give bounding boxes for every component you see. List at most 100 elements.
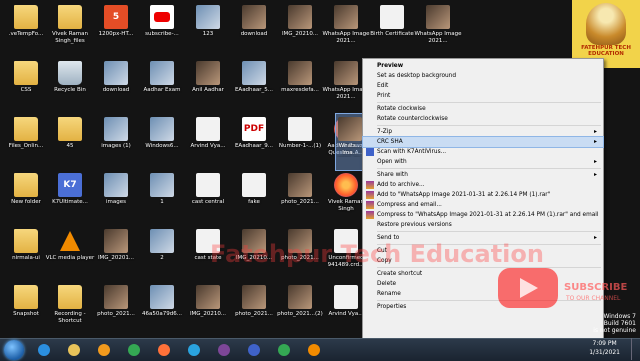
submenu-arrow-icon: ▸	[593, 158, 597, 165]
context-menu-item[interactable]: Rotate clockwise	[363, 104, 603, 114]
desktop-icon[interactable]: Birth Certificate	[366, 2, 418, 58]
taskbar-button[interactable]	[124, 341, 144, 359]
desktop-icon[interactable]: fake	[228, 170, 280, 226]
context-menu-item-label: Preview	[377, 63, 404, 69]
k7-icon	[366, 148, 374, 156]
desktop-icon[interactable]: 46a50a79d6...	[136, 282, 188, 338]
desktop-icon[interactable]: PDF EAadhaar_9...	[228, 114, 280, 170]
context-menu-item[interactable]: Add to archive...	[363, 180, 603, 190]
desktop-icon[interactable]: photo_2021...(2)	[274, 282, 326, 338]
taskbar-button[interactable]	[274, 341, 294, 359]
desktop-icon[interactable]: Arvind Vya...	[182, 114, 234, 170]
chrome-icon	[278, 344, 290, 356]
winrar-icon	[366, 211, 374, 219]
taskbar-clock[interactable]: 7:09 PM 1/31/2021	[589, 339, 620, 357]
context-menu-item[interactable]: Scan with K7AntiVirus...	[363, 147, 603, 157]
context-menu-item[interactable]: Print	[363, 91, 603, 101]
taskbar-button[interactable]	[244, 341, 264, 359]
context-menu-item[interactable]: Restore previous versions	[363, 220, 603, 230]
context-menu-item-label: Restore previous versions	[377, 222, 452, 228]
taskbar-button[interactable]	[184, 341, 204, 359]
desktop-icon[interactable]: cast central	[182, 170, 234, 226]
desktop-icon[interactable]: 45	[44, 114, 96, 170]
selected-file-icon[interactable]: Whats... Ima... 2021-01-3...	[335, 113, 365, 171]
desktop-icon[interactable]: Number-1-...(1)	[274, 114, 326, 170]
taskbar-button[interactable]	[154, 341, 174, 359]
taskbar-button[interactable]	[214, 341, 234, 359]
desktop-icon[interactable]: Windows6...	[136, 114, 188, 170]
desktop-icon[interactable]: photo_2021...	[228, 282, 280, 338]
desktop-icon[interactable]: download	[90, 58, 142, 114]
submenu-arrow-icon: ▸	[593, 171, 597, 178]
photo-icon	[426, 5, 450, 29]
photo-icon	[242, 285, 266, 309]
desktop-icon-label: IMG_20210...	[281, 31, 319, 37]
taskbar	[0, 338, 640, 361]
context-menu-item-label: CRC SHA	[377, 139, 403, 145]
desktop-icon[interactable]: 1	[136, 170, 188, 226]
context-menu-item[interactable]: Open with ▸	[363, 157, 603, 167]
context-menu-item[interactable]: Rotate counterclockwise	[363, 114, 603, 124]
desktop-icon-label: EAadhaar_9...	[234, 143, 274, 149]
taskbar-button[interactable]	[94, 341, 114, 359]
context-menu-item-label: Properties	[377, 304, 407, 310]
context-menu-item-label: Compress and email...	[377, 202, 442, 208]
desktop-icon[interactable]: Recycle Bin	[44, 58, 96, 114]
context-menu-item[interactable]: Add to "WhatsApp Image 2021-01-31 at 2.2…	[363, 190, 603, 200]
context-menu-item[interactable]: Properties	[363, 302, 603, 312]
desktop-icon[interactable]: maxresdefa...	[274, 58, 326, 114]
context-menu-item[interactable]: 7-Zip ▸	[363, 127, 603, 137]
desktop-icon[interactable]: K7 K7Ultimate...	[44, 170, 96, 226]
firefox-icon	[158, 344, 170, 356]
context-menu-item[interactable]: Compress to "WhatsApp Image 2021-01-31 a…	[363, 210, 603, 220]
taskbar-button[interactable]	[34, 341, 54, 359]
desktop-icon[interactable]: download	[228, 2, 280, 58]
desktop-icon[interactable]: IMG_20201...	[90, 226, 142, 282]
context-menu-item-label: Rename	[377, 291, 401, 297]
desktop-icon[interactable]: images (1)	[90, 114, 142, 170]
desktop-icon-label: EAadhaar_5...	[234, 87, 274, 93]
vlc-icon	[58, 229, 82, 253]
context-menu-item[interactable]: CRC SHA ▸	[362, 136, 604, 148]
desktop-icon[interactable]: 5 1200px-HT...	[90, 2, 142, 58]
desktop-icon[interactable]: Aadhar Exam	[136, 58, 188, 114]
desktop-icon[interactable]: VLC media player	[44, 226, 96, 282]
desktop-icon[interactable]: 123	[182, 2, 234, 58]
photo-icon	[104, 285, 128, 309]
desktop-icon[interactable]: Recording - Shortcut	[44, 282, 96, 338]
desktop-icon-label: 46a50a79d6...	[142, 311, 182, 317]
desktop-icon[interactable]: EAadhaar_5...	[228, 58, 280, 114]
img-icon	[104, 117, 128, 141]
start-button[interactable]	[4, 340, 24, 360]
context-menu-item-label: Add to archive...	[377, 182, 425, 188]
desktop-icon[interactable]: subscribe-...	[136, 2, 188, 58]
show-desktop-button[interactable]	[631, 338, 640, 360]
context-menu-item[interactable]: Set as desktop background	[363, 71, 603, 81]
k7-icon: K7	[58, 173, 82, 197]
context-menu-item[interactable]: Share with ▸	[363, 170, 603, 180]
taskbar-button[interactable]	[304, 341, 324, 359]
desktop-icon[interactable]: Anil Aadhar	[182, 58, 234, 114]
desktop-icon[interactable]: IMG_20210...	[274, 2, 326, 58]
desktop-icon[interactable]: photo_2021...	[274, 170, 326, 226]
desktop-icon[interactable]: WhatsApp Image 2021...	[412, 2, 464, 58]
desktop-icon-label: download	[102, 87, 130, 93]
context-menu-item[interactable]: Create shortcut	[363, 269, 603, 279]
desktop-icon[interactable]: images	[90, 170, 142, 226]
firefox-icon	[334, 173, 358, 197]
desktop-icon[interactable]: 2	[136, 226, 188, 282]
pdf-icon: PDF	[242, 117, 266, 141]
desktop-icon[interactable]: Vivek Raman Singh_files	[44, 2, 96, 58]
desktop-icon-label: Number-1-...(1)	[278, 143, 322, 149]
desktop-icon-label: 1200px-HT...	[98, 31, 134, 37]
context-menu-item[interactable]: Preview	[363, 61, 603, 71]
desktop-icon[interactable]: WhatsApp Image 2021...	[320, 2, 372, 58]
desktop-icon[interactable]: IMG_20210...	[182, 282, 234, 338]
taskbar-button[interactable]	[64, 341, 84, 359]
youtube-play-icon	[498, 268, 558, 308]
folder-icon	[58, 285, 82, 309]
context-menu-item[interactable]: Compress and email...	[363, 200, 603, 210]
context-menu-item[interactable]: Edit	[363, 81, 603, 91]
saraswati-logo-icon	[586, 3, 626, 45]
desktop-icon[interactable]: photo_2021...	[90, 282, 142, 338]
